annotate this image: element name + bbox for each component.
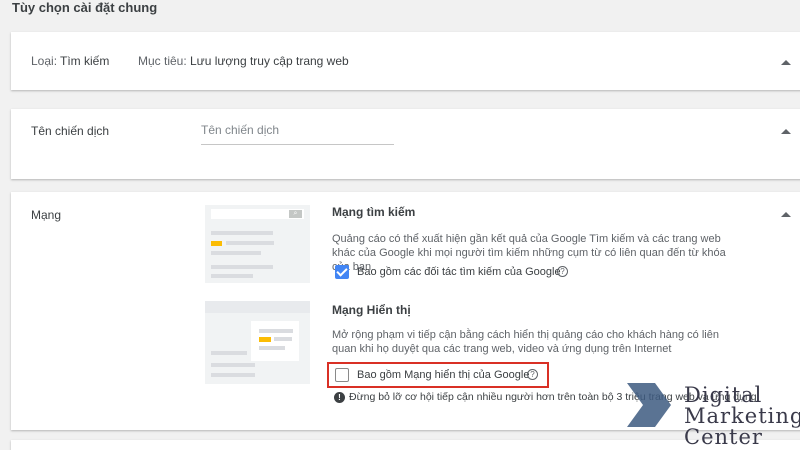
display-network-illustration bbox=[205, 301, 310, 384]
networks-label: Mạng bbox=[31, 208, 62, 222]
watermark-logo: Digital Marketing Center bbox=[627, 383, 800, 450]
help-icon[interactable]: ? bbox=[527, 369, 538, 380]
help-icon[interactable]: ? bbox=[557, 266, 568, 277]
watermark-line2: Marketing bbox=[684, 404, 800, 428]
watermark-line1: Digital bbox=[684, 383, 763, 407]
info-icon: ! bbox=[334, 392, 345, 403]
watermark-line3: Center bbox=[684, 425, 763, 449]
display-network-label: Bao gồm Mạng hiển thị của Google bbox=[357, 369, 530, 381]
logo-chevron-icon bbox=[627, 383, 671, 427]
collapse-icon[interactable] bbox=[781, 129, 791, 134]
search-network-title: Mạng tìm kiếm bbox=[332, 205, 416, 219]
search-partners-checkbox[interactable] bbox=[335, 265, 349, 279]
search-network-illustration: ⌕ bbox=[205, 205, 310, 283]
campaign-name-card: Tên chiến dịch Tên chiến dịch bbox=[11, 109, 800, 179]
display-network-checkbox[interactable] bbox=[335, 368, 349, 382]
goal-label: Mục tiêu: bbox=[138, 54, 187, 68]
campaign-name-label: Tên chiến dịch bbox=[31, 124, 110, 138]
type-value: Tìm kiếm bbox=[60, 54, 110, 68]
display-network-description: Mở rộng phạm vi tiếp cận bằng cách hiển … bbox=[332, 329, 719, 355]
collapse-icon[interactable] bbox=[781, 212, 791, 217]
search-partners-label: Bao gồm các đối tác tìm kiếm của Google bbox=[357, 266, 561, 278]
collapse-icon[interactable] bbox=[781, 60, 791, 65]
campaign-name-input[interactable]: Tên chiến dịch bbox=[201, 123, 394, 145]
campaign-name-placeholder: Tên chiến dịch bbox=[201, 123, 280, 137]
type-label: Loại: bbox=[31, 54, 58, 68]
search-icon: ⌕ bbox=[289, 210, 302, 218]
goal-value: Lưu lượng truy cập trang web bbox=[190, 54, 349, 68]
campaign-type-card[interactable]: Loại: Tìm kiếm Mục tiêu: Lưu lượng truy … bbox=[11, 32, 800, 90]
section-title: Tùy chọn cài đặt chung bbox=[12, 0, 158, 15]
display-network-title: Mạng Hiển thị bbox=[332, 303, 411, 317]
